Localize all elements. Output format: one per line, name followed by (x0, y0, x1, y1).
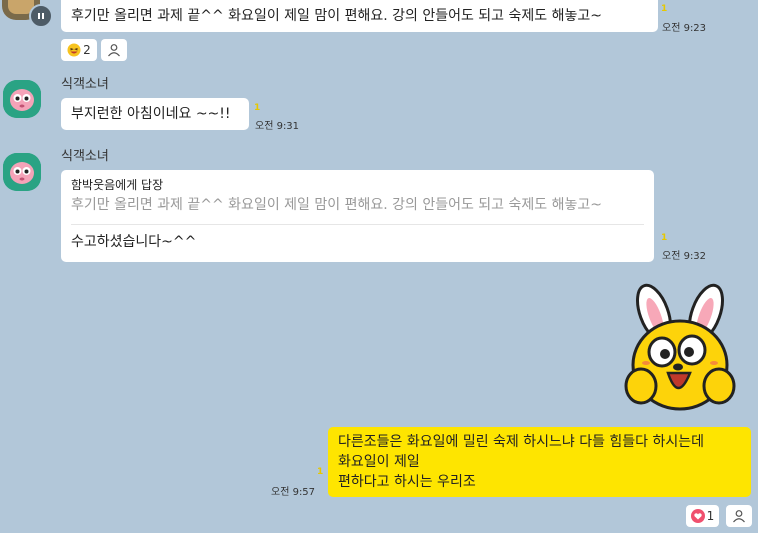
unread-count: 1 (661, 4, 668, 14)
sender-name: 식객소녀 (61, 149, 109, 164)
unread-count: 1 (661, 233, 668, 243)
message-bubble-m2[interactable]: 부지런한 아침이네요 ~~!! (61, 98, 249, 130)
rabbit-sticker[interactable] (620, 283, 740, 413)
message-time: 오전 9:57 (271, 487, 316, 498)
message-bubble-m3-reply[interactable]: 함박웃음에게 답장 후기만 올리면 과제 끝^^ 화요일이 제일 맘이 편해요.… (61, 170, 654, 262)
sender-avatar[interactable] (3, 80, 41, 118)
person-icon (108, 44, 120, 57)
unread-count: 1 (317, 467, 324, 477)
reply-divider (71, 224, 644, 225)
sender-name: 식객소녀 (61, 77, 109, 92)
heart-icon (690, 509, 705, 523)
laughing-emoji-icon (67, 43, 81, 57)
reaction-count: 1 (706, 509, 715, 523)
reply-header: 함박웃음에게 답장 (71, 178, 164, 192)
sender-avatar[interactable] (3, 153, 41, 191)
message-bubble-m5-mine[interactable]: 다른조들은 화요일에 밀린 숙제 하시느냐 다들 힘들다 하시는데 화요일이 제… (328, 427, 751, 497)
reaction-count: 2 (83, 43, 91, 57)
message-text: 후기만 올리면 과제 끝^^ 화요일이 제일 맘이 편해요. 강의 안들어도 되… (71, 8, 602, 24)
message-line: 화요일이 제일 (338, 454, 420, 470)
quoted-message-text[interactable]: 후기만 올리면 과제 끝^^ 화요일이 제일 맘이 편해요. 강의 안들어도 되… (71, 195, 602, 215)
message-line: 편하다고 하시는 우리조 (338, 474, 476, 490)
message-text: 부지런한 아침이네요 ~~!! (71, 106, 231, 122)
reaction-chip-heart[interactable]: 1 (686, 505, 719, 527)
message-time: 오전 9:23 (662, 23, 707, 34)
avatar-status-badge (29, 4, 53, 28)
message-time: 오전 9:32 (662, 251, 707, 262)
message-line: 다른조들은 화요일에 밀린 숙제 하시느냐 다들 힘들다 하시는데 (338, 434, 705, 450)
unread-count: 1 (254, 103, 261, 113)
message-bubble-m1[interactable]: 후기만 올리면 과제 끝^^ 화요일이 제일 맘이 편해요. 강의 안들어도 되… (61, 0, 658, 32)
pink-character-avatar (3, 153, 41, 191)
reaction-add-person-button[interactable] (101, 39, 127, 61)
message-text: 수고하셨습니다~^^ (71, 234, 197, 250)
message-time: 오전 9:31 (255, 121, 300, 132)
person-icon (733, 510, 745, 523)
pink-character-avatar (3, 80, 41, 118)
reaction-chip-laugh[interactable]: 2 (61, 39, 97, 61)
reaction-add-person-button[interactable] (726, 505, 752, 527)
